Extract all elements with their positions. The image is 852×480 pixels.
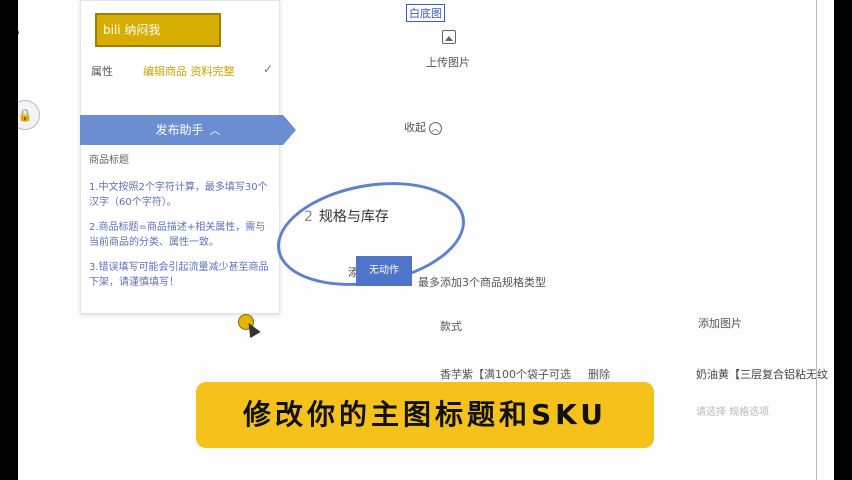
decor-dot (18, 30, 19, 35)
tip-item: 1.中文按照2个字符计算，最多填写30个汉字（60个字符）。 (89, 182, 268, 208)
chevron-up-icon: ︿ (209, 124, 221, 137)
faint-hint: 请选择 规格选项 (696, 407, 770, 418)
upload-image-button[interactable]: 上传图片 (426, 54, 470, 70)
image-icon[interactable] (442, 30, 456, 44)
title-tips: 商品标题 1.中文按照2个字符计算，最多填写30个汉字（60个字符）。 2.商品… (89, 153, 275, 300)
max-spec-note: 最多添加3个商品规格类型 (418, 276, 546, 289)
publish-assistant-panel: bili 纳闷我 属性 编辑商品 资料完整 ✓ 发布助手 ︿ 商品标题 1.中文按… (80, 0, 296, 314)
tip-item: 2.商品标题=商品描述+相关属性，需与当前商品的分类、属性一致。 (89, 222, 266, 248)
brand-logo: bili 纳闷我 (95, 13, 221, 47)
no-action-button[interactable]: 无动作 (356, 256, 412, 286)
property-value[interactable]: 编辑商品 资料完整 (143, 63, 235, 79)
add-image-button[interactable]: 添加图片 (698, 315, 742, 331)
chevron-up-circle-icon: ︿ (429, 122, 442, 135)
white-bg-tag[interactable]: 白底图 (406, 4, 445, 22)
tip-item: 3.错误填写可能会引起流量减少甚至商品下架，请谨慎填写！ (89, 262, 269, 288)
delete-button[interactable]: 删除 (588, 366, 610, 382)
subtitle-caption: 修改你的主图标题和SKU (196, 382, 654, 448)
collapse-toggle[interactable]: 收起 ︿ (404, 119, 442, 135)
variant-name[interactable]: 奶油黄【三层复合铝粘无纹 (696, 366, 828, 382)
collapse-label: 收起 (404, 121, 426, 134)
tips-title: 商品标题 (89, 155, 129, 166)
variant-name[interactable]: 香芋紫【满100个袋子可选 (440, 366, 571, 382)
style-label: 款式 (440, 320, 462, 333)
property-label: 属性 (91, 65, 113, 78)
assistant-title: 发布助手 (155, 123, 204, 137)
check-icon: ✓ (263, 62, 274, 76)
assistant-toggle[interactable]: 发布助手 ︿ (80, 115, 296, 145)
side-floating-icon[interactable]: 🔒 (18, 100, 40, 130)
divider (816, 0, 817, 480)
